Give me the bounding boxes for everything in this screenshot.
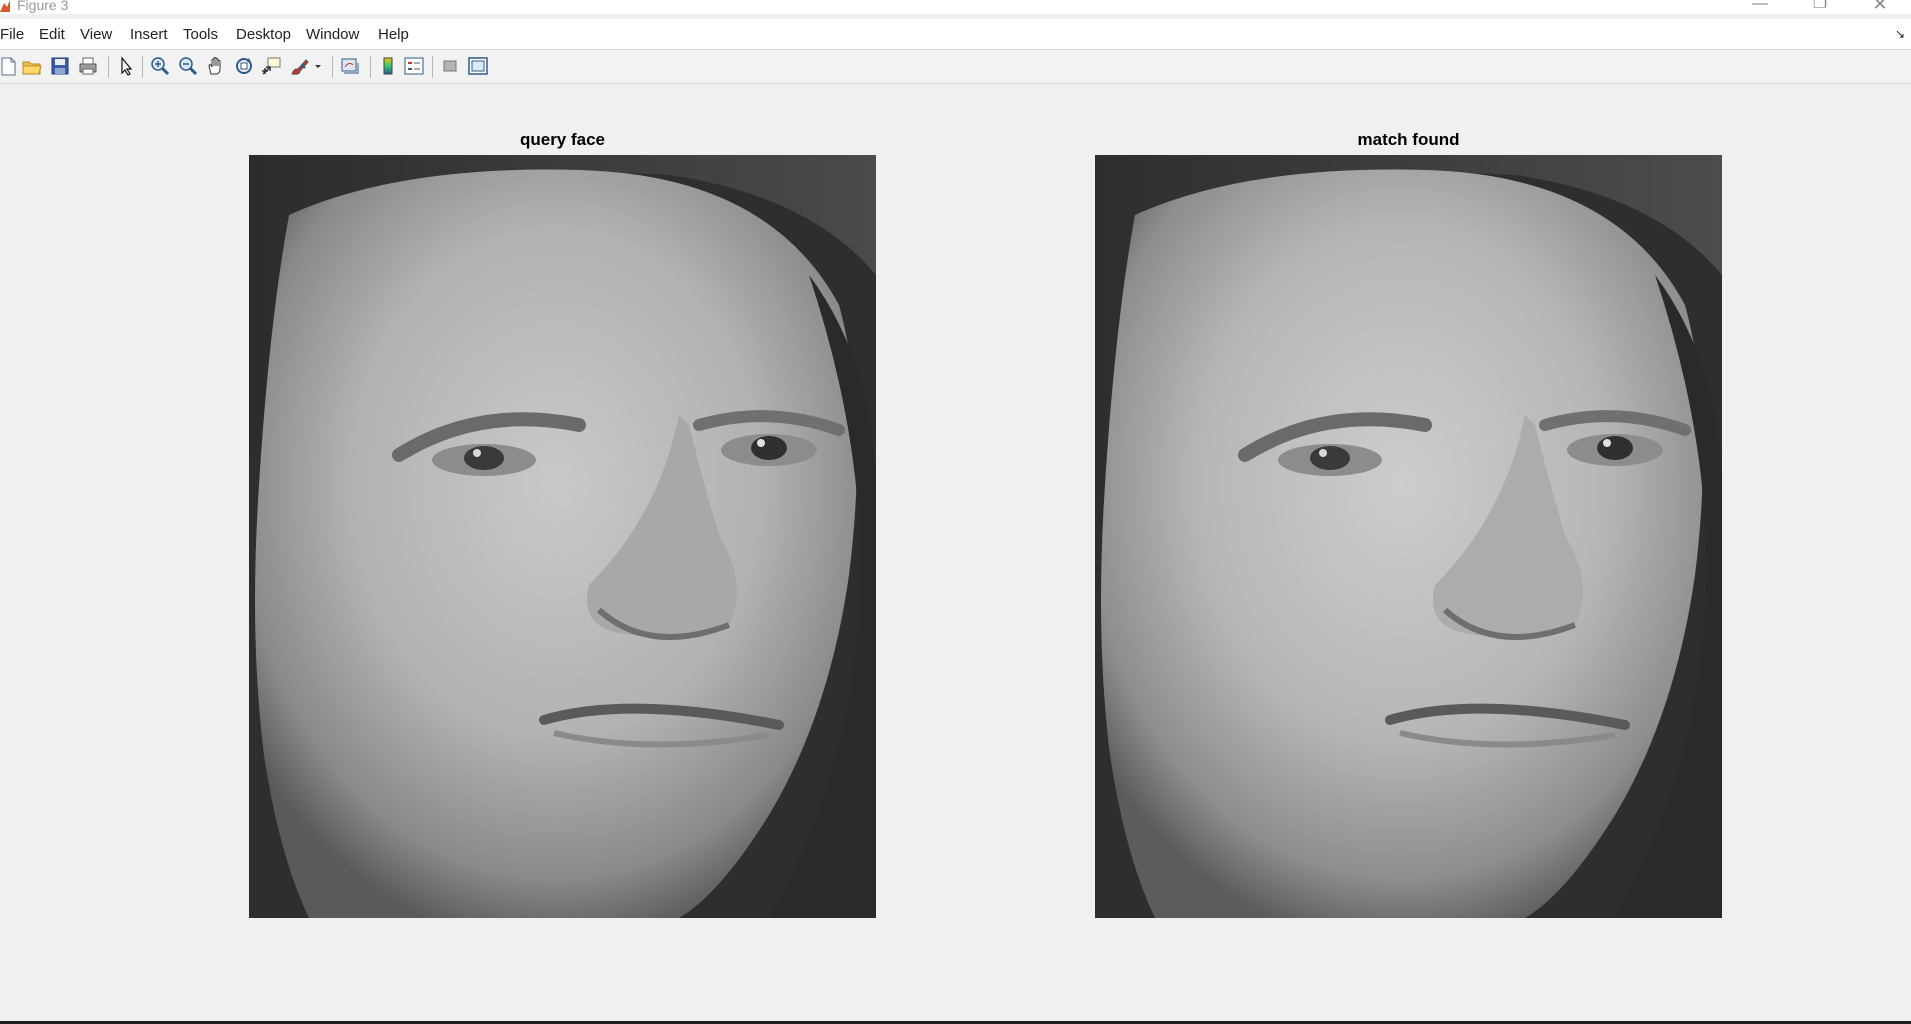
hide-plot-tools-icon[interactable] [438, 55, 462, 77]
colorbar-icon[interactable] [376, 55, 400, 77]
match-face-image [1095, 155, 1722, 918]
open-file-icon[interactable] [20, 55, 44, 77]
toolbar-separator [432, 56, 433, 78]
query-face-image [249, 155, 876, 918]
toolbar-separator [332, 56, 333, 78]
zoom-in-icon[interactable] [148, 55, 172, 77]
zoom-out-icon[interactable] [176, 55, 200, 77]
axes-title-query: query face [519, 130, 606, 149]
toolbar-separator [370, 56, 371, 78]
face-photo-icon [249, 155, 876, 918]
print-icon[interactable] [76, 55, 100, 77]
toolbar-separator [142, 56, 143, 78]
close-icon[interactable]: ✕ [1857, 0, 1903, 14]
minimize-icon[interactable]: — [1737, 0, 1783, 14]
dock-arrow-icon[interactable]: ↘ [1895, 27, 1905, 41]
menu-edit[interactable]: Edit [39, 26, 65, 43]
pan-icon[interactable] [204, 55, 228, 77]
brush-dropdown-icon[interactable] [312, 55, 324, 77]
menu-window[interactable]: Window [306, 26, 359, 43]
matlab-logo-icon [0, 0, 10, 12]
show-plot-tools-icon[interactable] [466, 55, 490, 77]
restore-icon[interactable]: ❐ [1797, 0, 1843, 14]
rotate-3d-icon[interactable] [232, 55, 256, 77]
toolbar-separator [108, 56, 109, 78]
menu-tools[interactable]: Tools [183, 26, 218, 43]
menu-view[interactable]: View [80, 26, 112, 43]
window-title: Figure 3 [17, 0, 69, 13]
new-figure-icon[interactable] [0, 55, 20, 77]
menu-help[interactable]: Help [378, 26, 409, 43]
menu-file[interactable]: File [0, 26, 24, 43]
face-photo-icon [1095, 155, 1722, 918]
data-cursor-icon[interactable] [260, 55, 284, 77]
figure-toolbar [0, 50, 1911, 84]
title-bar: Figure 3 — ❐ ✕ [0, 0, 1911, 14]
edit-plot-icon[interactable] [114, 55, 138, 77]
brush-icon[interactable] [288, 55, 312, 77]
menu-desktop[interactable]: Desktop [236, 26, 291, 43]
axes-title-match: match found [1357, 130, 1460, 149]
legend-icon[interactable] [402, 55, 426, 77]
save-icon[interactable] [48, 55, 72, 77]
menu-insert[interactable]: Insert [130, 26, 168, 43]
menu-bar: File Edit View Insert Tools Desktop Wind… [0, 19, 1911, 50]
link-plot-icon[interactable] [338, 55, 362, 77]
